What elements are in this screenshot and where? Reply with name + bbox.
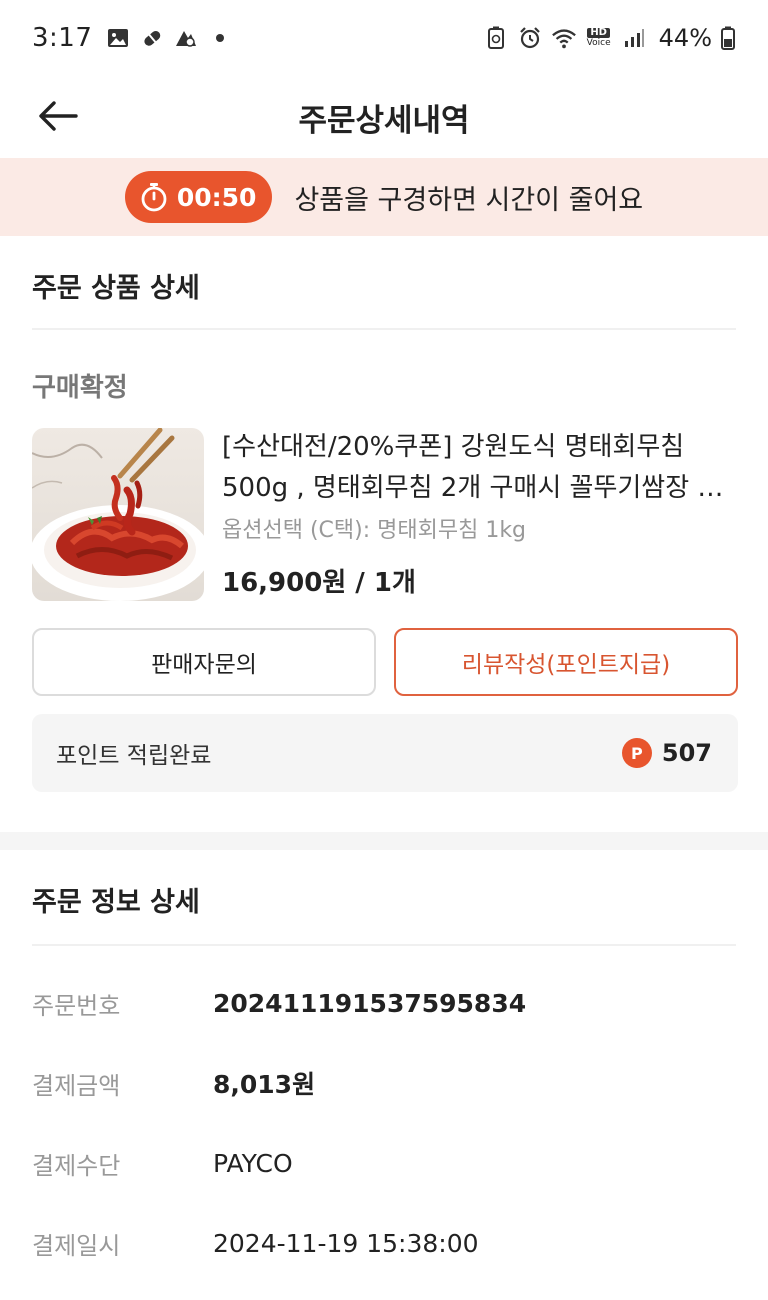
- order-number-row: 주문번호 20241119153759583​4: [32, 983, 736, 1023]
- order-status-label: 구매확정: [32, 373, 128, 403]
- points-label: 포인트 적립완료: [56, 743, 212, 769]
- timer-message: 상품을 구경하면 시간이 줄어요: [294, 184, 644, 216]
- hd-label: HD: [587, 28, 610, 38]
- order-number-value: 20241119153759583​4: [213, 988, 527, 1018]
- info-label: 주문번호: [32, 991, 121, 1020]
- order-info-section-title: 주문 정보 상세: [32, 887, 200, 918]
- back-button[interactable]: [30, 88, 86, 144]
- timer-badge[interactable]: 00:50: [124, 171, 273, 223]
- battery-percentage: 44%: [658, 24, 712, 52]
- stopwatch-icon: [139, 182, 169, 212]
- alarm-icon: [517, 25, 543, 51]
- points-panel: 포인트 적립완료 P 507: [32, 714, 738, 792]
- divider: [32, 328, 736, 330]
- points-value: 507: [661, 739, 712, 767]
- app-header: 주문상세내역: [0, 76, 768, 158]
- seller-inquiry-button[interactable]: 판매자문의: [32, 628, 376, 696]
- timer-banner: 00:50 상품을 구경하면 시간이 줄어요: [0, 158, 768, 236]
- arrow-left-icon: [39, 101, 78, 131]
- page-title: 주문상세내역: [298, 102, 470, 139]
- product-section-title: 주문 상품 상세: [32, 273, 200, 304]
- points-amount: P 507: [621, 738, 712, 768]
- payment-date-value: 2024-11-19 15:38:00: [213, 1228, 479, 1258]
- divider: [32, 944, 736, 946]
- wifi-icon: [551, 25, 577, 51]
- point-coin-icon: P: [621, 738, 652, 768]
- product-name[interactable]: [수산대전/20%쿠폰] 강원도식 명태회무침 500g , 명태회무침 2개 …: [222, 427, 732, 509]
- gallery-icon: [106, 26, 130, 50]
- write-review-button[interactable]: 리뷰작성(포인트지급): [394, 628, 738, 696]
- voice-label: Voice: [586, 38, 611, 48]
- app-notification-icon: [174, 26, 198, 50]
- info-label: 결제일시: [32, 1231, 121, 1260]
- product-image[interactable]: [32, 428, 204, 601]
- payment-method-value: PAYCO: [213, 1148, 293, 1178]
- status-time: 3:17: [32, 23, 93, 53]
- more-notifications-dot: [216, 34, 225, 42]
- status-bar: 3:17 HD Voice 44%: [0, 0, 768, 76]
- product-price: 16,900원 / 1개: [222, 568, 416, 598]
- section-separator: [0, 832, 768, 850]
- info-label: 결제금액: [32, 1071, 121, 1100]
- pill-icon: [140, 26, 164, 50]
- payment-amount-value: 8,013원: [213, 1070, 316, 1099]
- timer-value: 00:50: [176, 182, 257, 212]
- hd-voice-icon: HD Voice: [585, 25, 613, 51]
- system-icons: HD Voice 44%: [483, 24, 736, 52]
- payment-amount-row: 결제금액 8,013원: [32, 1063, 736, 1103]
- product-option: 옵션선택 (C택): 명태회무침 1kg: [222, 518, 527, 543]
- battery-saver-icon: [483, 25, 509, 51]
- info-label: 결제수단: [32, 1151, 121, 1180]
- battery-icon: [720, 25, 736, 51]
- payment-method-row: 결제수단 PAYCO: [32, 1143, 736, 1183]
- signal-icon: [621, 25, 647, 51]
- notification-icons: [106, 26, 225, 50]
- payment-date-row: 결제일시 2024-11-19 15:38:00: [32, 1223, 736, 1263]
